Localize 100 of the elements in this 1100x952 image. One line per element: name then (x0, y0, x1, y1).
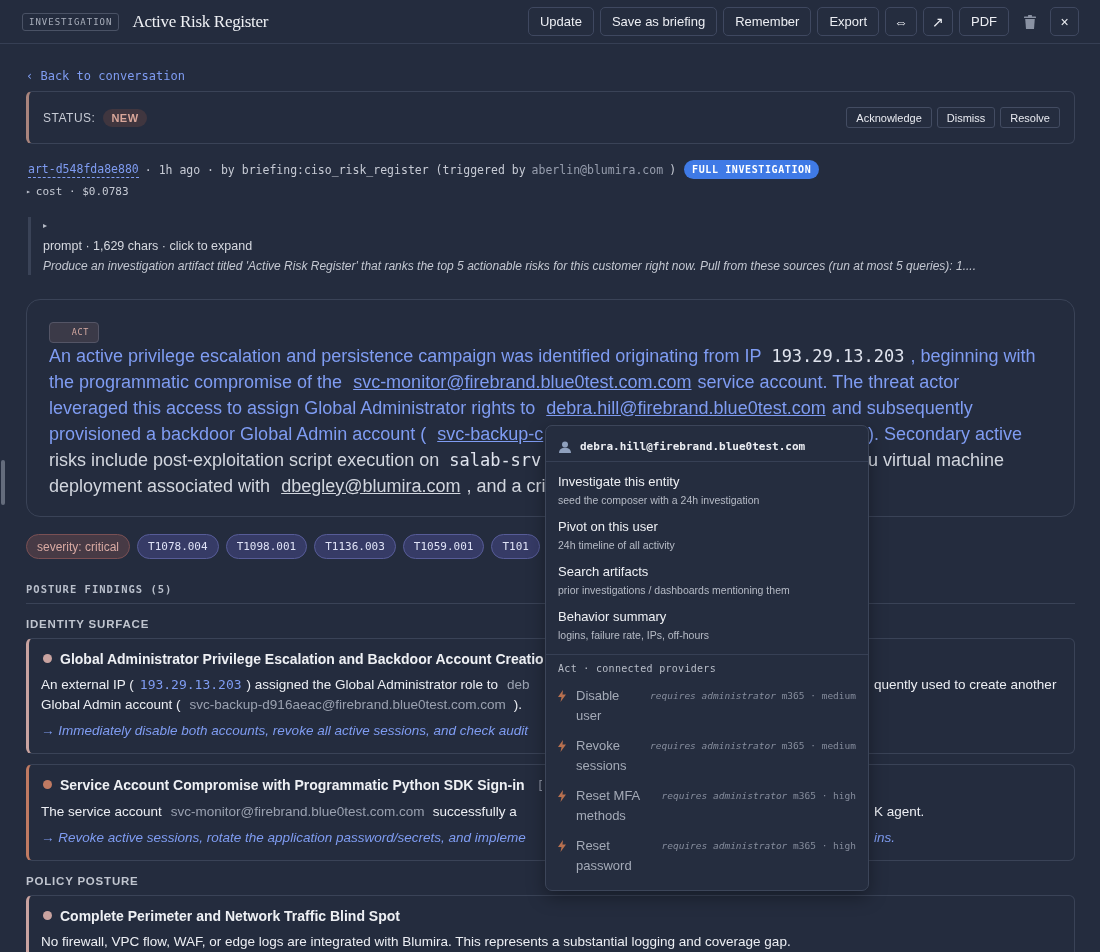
cost-text: cost · $0.0783 (35, 185, 129, 198)
prompt-text: Produce an investigation artifact titled 'Active Risk Register' that ranks the top 5 actionable risks for this customer right now. Pull from these sources (run at most 5 queries): 1.... (43, 259, 977, 273)
body-text: ). (513, 697, 522, 712)
technique-tag[interactable]: T1059.001 (402, 534, 485, 559)
body-text: No firewall, VPC flow, WAF, or edge logs are integrated with Blumira. This represents a substantial logging and coverage gap. (41, 934, 791, 949)
entity-link[interactable]: svc-backup-c (437, 423, 544, 444)
body-text: u virtual machine (868, 449, 1005, 470)
technique-tag[interactable]: T1078.004 (137, 534, 219, 559)
scrollbar-thumb[interactable] (1, 460, 5, 505)
recommendation-text: ins. (874, 830, 895, 845)
entity-text: svc-monitor@firebrand.blue0test.com.com (170, 804, 425, 819)
user-text: aberlin@blumira.com (531, 162, 664, 177)
body-text: risks include post-exploitation script execution on (49, 449, 440, 470)
menu-item-title: Behavior summary (558, 609, 668, 624)
user-icon (559, 440, 571, 453)
icon-button[interactable]: × (1050, 7, 1079, 36)
menu-item[interactable]: Investigate this entity seed the composer with a 24h investigation (546, 462, 868, 507)
finding-title: Global Administrator Privilege Escalation and Backdoor Account Creatio (60, 651, 544, 667)
menu-item-title: Investigate this entity (558, 474, 681, 489)
summary-text: service account. The threat actor (697, 371, 960, 392)
status-button[interactable]: Resolve (1000, 107, 1060, 128)
entity-text: svc-backup-d916aeac@firebrand.blue0test.com.com (189, 697, 506, 712)
body-text: deployment associated with (49, 475, 271, 496)
type-badge: INVESTIGATION (22, 12, 120, 31)
requirement-text: requires administrator m365 · high (661, 790, 856, 801)
action-label: Reset password (576, 837, 633, 875)
requirement-text: requires administrator m365 · high (661, 840, 856, 851)
summary-text: ). Secondary active (868, 423, 1023, 444)
severity-tag: severity: critical (26, 534, 130, 559)
lightning-icon (558, 690, 566, 702)
group-heading: IDENTITY SURFACE (26, 618, 150, 630)
body-text: An external IP ( (41, 677, 134, 692)
technique-tag[interactable]: T101 (491, 534, 540, 559)
action-label: Disable user (576, 687, 621, 725)
requirement-text: requires administrator m365 · medium (650, 740, 856, 751)
summary-text: An active privilege escalation and persistence campaign was identified originating from IP (49, 345, 762, 366)
body-text: Global Admin account ( (41, 697, 181, 712)
lightning-icon (558, 840, 566, 852)
toolbar-button[interactable]: PDF (959, 7, 1009, 36)
status-label: STATUS: (43, 110, 96, 125)
byline-text: · 1h ago · by briefing:ciso_risk_register (triggered by (144, 162, 526, 177)
requirement-text: requires administrator m365 · medium (650, 690, 856, 701)
body-text: K agent. (874, 804, 925, 819)
entity-link[interactable]: dbegley@blumira.com (281, 475, 461, 496)
toolbar-button[interactable]: Export (817, 7, 879, 36)
document-title: Active Risk Register (132, 11, 269, 32)
group-heading: POLICY POSTURE (26, 875, 139, 887)
summary-text: and subsequently (831, 397, 973, 418)
body-text: The service account (41, 804, 162, 819)
code-text: 193.29.13.203 (771, 345, 905, 366)
icon-button[interactable]: ↗ (923, 7, 953, 36)
icon-button[interactable]: ⇔ (885, 7, 917, 36)
menu-item-title: Search artifacts (558, 564, 650, 579)
menu-item[interactable]: Pivot on this user 24h timeline of all activity (546, 507, 868, 552)
summary-text: leveraged this access to assign Global Administrator rights to (49, 397, 536, 418)
summary-text: , beginning with (910, 345, 1036, 366)
entity-text: [ (536, 779, 544, 793)
toggle-icon[interactable]: ▸ (26, 187, 31, 196)
finding-title: Complete Perimeter and Network Traffic Blind Spot (60, 908, 400, 924)
toolbar-button[interactable]: Remember (723, 7, 812, 36)
summary-text: the programmatic compromise of the (49, 371, 343, 392)
summary-text: provisioned a backdoor Global Admin account ( (49, 423, 427, 444)
section-label: Act · connected providers (558, 663, 717, 674)
lightning-icon (558, 790, 566, 802)
toggle-icon[interactable]: ▸ (43, 221, 1075, 230)
trash-icon (1023, 14, 1036, 29)
body-text: ) assigned the Global Administrator role to (246, 677, 498, 692)
toolbar-button[interactable]: Update (527, 7, 594, 36)
entity-name: debra.hill@firebrand.blue0test.com (580, 440, 806, 453)
entity-link[interactable]: svc-monitor@firebrand.blue0test.com.com (353, 371, 692, 392)
recommendation-text: → Immediately disable both accounts, revoke all active sessions, and check audit (41, 723, 528, 738)
lightning-icon (558, 740, 566, 752)
status-badge: NEW (103, 108, 147, 127)
artifact-link[interactable]: art-d548fda8e880 (28, 161, 139, 178)
finding-title: Service Account Compromise with Programmatic Python SDK Sign-in (60, 777, 525, 793)
investigation-badge: FULL INVESTIGATION (684, 160, 820, 179)
technique-tag[interactable]: T1136.003 (314, 534, 396, 559)
back-link[interactable]: ‹ Back to conversation (26, 69, 185, 83)
menu-item-subtitle: seed the composer with a 24h investigation (558, 494, 761, 506)
recommendation-text: → Revoke active sessions, rotate the application password/secrets, and impleme (41, 830, 526, 845)
code-text: 193.29.13.203 (139, 677, 242, 692)
status-button[interactable]: Acknowledge (846, 107, 932, 128)
menu-item-subtitle: prior investigations / dashboards mentioning them (558, 584, 791, 596)
byline-text: ) (669, 162, 677, 177)
prompt-summary[interactable]: prompt · 1,629 chars · click to expand (43, 239, 1075, 253)
menu-item-subtitle: logins, failure rate, IPs, off-hours (558, 629, 710, 641)
code-text: salab-srv (449, 449, 542, 470)
entity-link[interactable]: debra.hill@firebrand.blue0test.com (546, 397, 826, 418)
action-label: Reset MFA methods (576, 787, 641, 825)
toolbar-button[interactable]: Save as briefing (599, 7, 718, 36)
body-text: successfully a (432, 804, 517, 819)
entity-text: deb (506, 677, 530, 692)
badge-label: ACT (71, 327, 89, 337)
body-text: quently used to create another (874, 677, 1057, 692)
menu-item-title: Pivot on this user (558, 519, 659, 534)
technique-tag[interactable]: T1098.001 (225, 534, 308, 559)
menu-item-subtitle: 24h timeline of all activity (558, 539, 676, 551)
action-label: Revoke sessions (576, 737, 628, 775)
status-button[interactable]: Dismiss (936, 107, 996, 128)
body-text: , and a cri (466, 475, 546, 496)
